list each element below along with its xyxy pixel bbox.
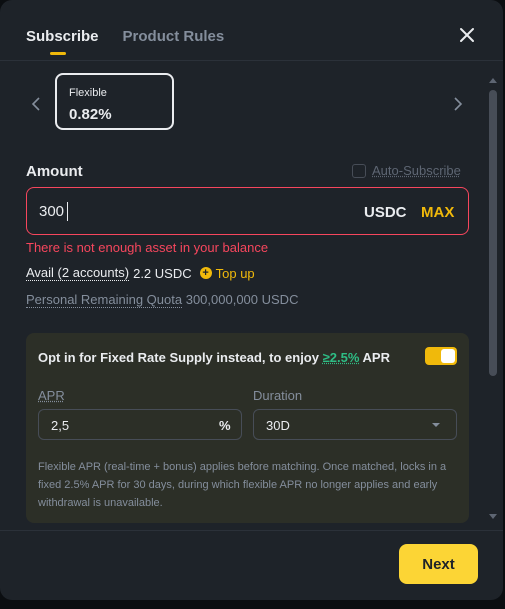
duration-value[interactable]: 30D: [266, 418, 290, 433]
apr-unit: %: [219, 418, 231, 433]
max-button[interactable]: MAX: [421, 204, 454, 221]
apr-label: APR: [38, 388, 65, 403]
fixed-rate-toggle[interactable]: [425, 347, 457, 365]
scrollbar[interactable]: [486, 78, 500, 522]
product-rate: 0.82%: [69, 106, 112, 123]
scroll-down-arrow[interactable]: [489, 514, 497, 519]
text-caret: [67, 202, 68, 221]
subscribe-dialog: Subscribe Product Rules Flexible 0.82% A…: [0, 0, 503, 600]
opt-suffix: APR: [362, 350, 390, 365]
remaining-quota: Personal Remaining Quota 300,000,000 USD…: [26, 292, 299, 308]
footer-divider: [0, 530, 503, 531]
balance-error: There is not enough asset in your balanc…: [26, 240, 269, 255]
fixed-rate-opt-in-text: Opt in for Fixed Rate Supply instead, to…: [38, 350, 390, 365]
avail-accounts-label[interactable]: Avail (2 accounts): [26, 265, 130, 281]
checkbox-box[interactable]: [352, 163, 366, 178]
tab-bar: Subscribe Product Rules: [26, 28, 225, 55]
amount-input[interactable]: 300 USDC MAX: [26, 187, 469, 235]
top-up-label[interactable]: Top up: [216, 266, 255, 281]
apr-value[interactable]: 2,5: [51, 418, 69, 433]
scroll-up-arrow[interactable]: [489, 78, 497, 83]
scroll-thumb[interactable]: [489, 90, 497, 376]
tab-subscribe[interactable]: Subscribe: [26, 28, 99, 55]
chevron-left-icon[interactable]: [30, 96, 42, 112]
avail-value: 2.2 USDC: [133, 265, 192, 281]
amount-unit: USDC: [364, 204, 407, 221]
amount-label: Amount: [26, 163, 83, 180]
fixed-rate-note: Flexible APR (real-time + bonus) applies…: [38, 461, 447, 509]
opt-prefix: Opt in for Fixed Rate Supply instead, to…: [38, 350, 319, 365]
quota-label: Personal Remaining Quota: [26, 292, 183, 308]
available-balance: Avail (2 accounts) 2.2 USDC + Top up: [26, 265, 255, 281]
product-card-flexible[interactable]: Flexible 0.82%: [55, 73, 174, 130]
opt-rate: ≥2.5%: [322, 350, 360, 365]
top-up-link[interactable]: + Top up: [199, 266, 255, 281]
close-icon[interactable]: [458, 26, 476, 44]
duration-select[interactable]: 30D: [253, 409, 457, 440]
auto-subscribe-label[interactable]: Auto-Subscribe: [372, 163, 461, 178]
tab-product-rules[interactable]: Product Rules: [123, 28, 225, 54]
auto-subscribe-checkbox[interactable]: Auto-Subscribe: [352, 163, 461, 178]
header-divider: [0, 60, 503, 61]
product-name: Flexible: [69, 87, 107, 99]
plus-circle-icon: +: [199, 267, 212, 279]
toggle-knob: [441, 349, 455, 363]
next-button[interactable]: Next: [399, 544, 478, 584]
chevron-down-icon[interactable]: [432, 423, 440, 427]
duration-label: Duration: [253, 388, 303, 403]
amount-value[interactable]: 300: [39, 203, 64, 220]
quota-value: 300,000,000 USDC: [185, 292, 299, 307]
fixed-rate-panel: Opt in for Fixed Rate Supply instead, to…: [26, 333, 469, 523]
chevron-right-icon[interactable]: [452, 96, 464, 112]
apr-input[interactable]: 2,5 %: [38, 409, 242, 440]
